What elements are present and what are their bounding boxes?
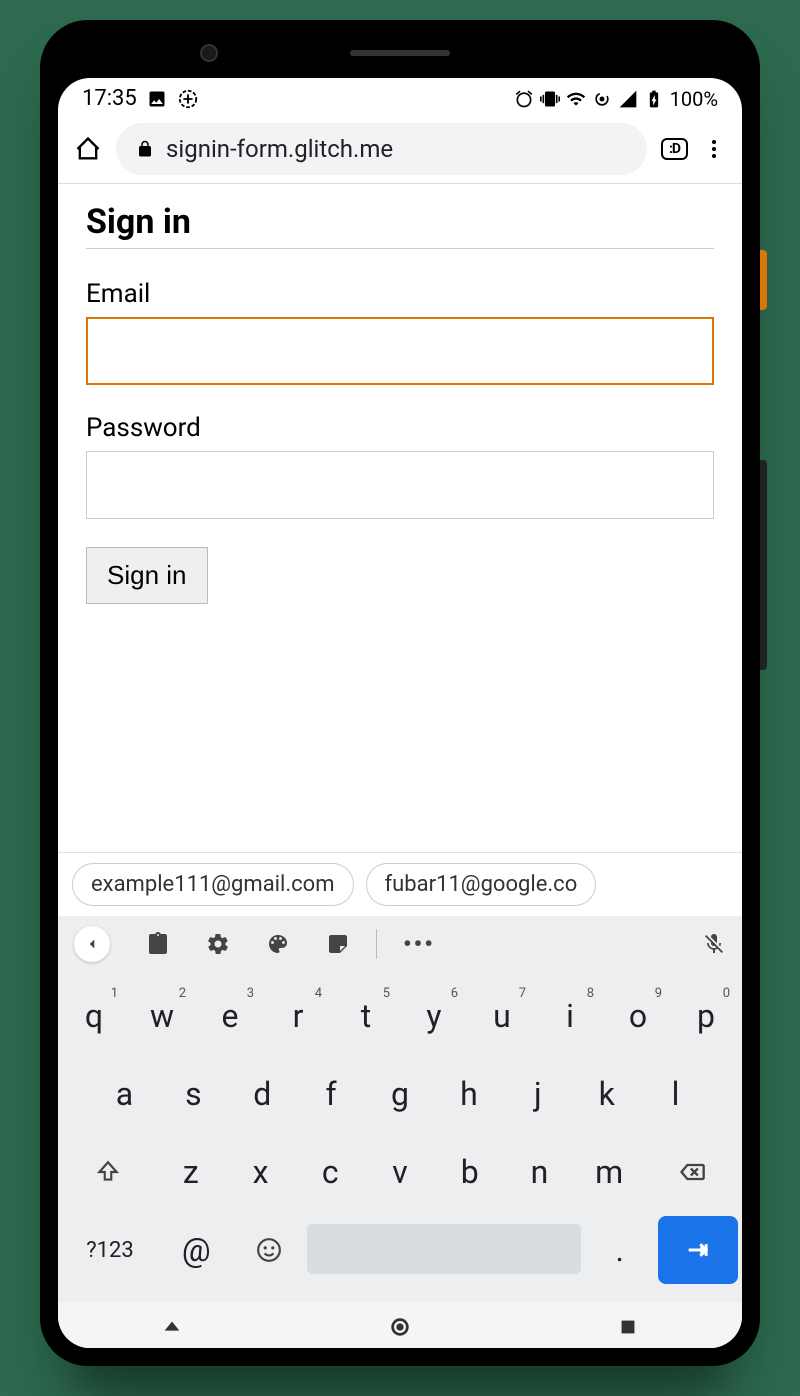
- chevron-left-icon[interactable]: [74, 926, 110, 962]
- key-t[interactable]: t5: [334, 982, 398, 1050]
- email-label: Email: [86, 279, 714, 309]
- key-z[interactable]: z: [158, 1138, 224, 1206]
- symbols-key[interactable]: ?123: [62, 1216, 158, 1284]
- key-i[interactable]: i8: [538, 982, 602, 1050]
- status-time: 17:35: [82, 86, 137, 111]
- key-f[interactable]: f: [299, 1060, 364, 1128]
- key-m[interactable]: m: [576, 1138, 642, 1206]
- home-icon[interactable]: [74, 135, 102, 163]
- enter-key[interactable]: [658, 1216, 738, 1284]
- emoji-key[interactable]: [235, 1216, 304, 1284]
- key-h[interactable]: h: [436, 1060, 501, 1128]
- key-l[interactable]: l: [643, 1060, 708, 1128]
- key-v[interactable]: v: [367, 1138, 433, 1206]
- battery-icon: [644, 89, 664, 109]
- lock-icon: [136, 140, 154, 158]
- spacebar-key[interactable]: [307, 1224, 581, 1274]
- vibrate-icon: [540, 89, 560, 109]
- sticker-icon[interactable]: [326, 932, 350, 956]
- phone-frame: 17:35 100% signin-form.glitch.me :D: [40, 20, 760, 1366]
- password-label: Password: [86, 413, 714, 443]
- more-options-icon[interactable]: •••: [403, 930, 435, 958]
- suggestion-chip[interactable]: example111@gmail.com: [72, 863, 354, 906]
- key-p[interactable]: p0: [674, 982, 738, 1050]
- battery-percent: 100%: [670, 87, 718, 111]
- back-nav-icon[interactable]: [161, 1316, 183, 1338]
- key-s[interactable]: s: [161, 1060, 226, 1128]
- front-camera: [200, 44, 218, 62]
- more-icon[interactable]: [702, 137, 726, 161]
- backspace-key[interactable]: [646, 1138, 738, 1206]
- key-e[interactable]: e3: [198, 982, 262, 1050]
- browser-bar: signin-form.glitch.me :D: [58, 115, 742, 184]
- period-key[interactable]: .: [585, 1216, 654, 1284]
- password-input[interactable]: [86, 451, 714, 519]
- image-icon: [147, 89, 167, 109]
- android-nav-bar: [58, 1302, 742, 1348]
- url-text: signin-form.glitch.me: [166, 135, 393, 163]
- palette-icon[interactable]: [266, 932, 290, 956]
- gear-icon[interactable]: [206, 932, 230, 956]
- speaker-grille: [350, 50, 450, 56]
- divider: [376, 929, 377, 959]
- key-d[interactable]: d: [230, 1060, 295, 1128]
- key-o[interactable]: o9: [606, 982, 670, 1050]
- screen: 17:35 100% signin-form.glitch.me :D: [58, 78, 742, 1348]
- key-j[interactable]: j: [505, 1060, 570, 1128]
- key-a[interactable]: a: [92, 1060, 157, 1128]
- keyboard-area: example111@gmail.com fubar11@google.co •…: [58, 852, 742, 1348]
- shift-key[interactable]: [62, 1138, 154, 1206]
- key-w[interactable]: w2: [130, 982, 194, 1050]
- clipboard-icon[interactable]: [146, 932, 170, 956]
- home-nav-icon[interactable]: [389, 1316, 411, 1338]
- key-g[interactable]: g: [368, 1060, 433, 1128]
- key-b[interactable]: b: [437, 1138, 503, 1206]
- data-saver-icon: [177, 88, 199, 110]
- key-r[interactable]: r4: [266, 982, 330, 1050]
- key-x[interactable]: x: [228, 1138, 294, 1206]
- email-input[interactable]: [86, 317, 714, 385]
- signin-button[interactable]: Sign in: [86, 547, 208, 604]
- suggestion-chip[interactable]: fubar11@google.co: [366, 863, 597, 906]
- key-y[interactable]: y6: [402, 982, 466, 1050]
- recent-nav-icon[interactable]: [617, 1316, 639, 1338]
- key-n[interactable]: n: [507, 1138, 573, 1206]
- wifi-icon: [566, 89, 586, 109]
- key-c[interactable]: c: [297, 1138, 363, 1206]
- autofill-suggestions: example111@gmail.com fubar11@google.co: [58, 853, 742, 916]
- status-bar: 17:35 100%: [58, 78, 742, 115]
- key-k[interactable]: k: [574, 1060, 639, 1128]
- signal-icon: [618, 89, 638, 109]
- url-bar[interactable]: signin-form.glitch.me: [116, 123, 647, 175]
- alarm-icon: [514, 89, 534, 109]
- page-title: Sign in: [86, 202, 714, 249]
- key-u[interactable]: u7: [470, 982, 534, 1050]
- at-key[interactable]: @: [162, 1216, 231, 1284]
- tabs-button[interactable]: :D: [661, 138, 688, 160]
- hotspot-icon: [592, 89, 612, 109]
- keyboard-toolbar: •••: [58, 916, 742, 972]
- key-q[interactable]: q1: [62, 982, 126, 1050]
- page-content: Sign in Email Password Sign in: [58, 184, 742, 852]
- keyboard: q1w2e3r4t5y6u7i8o9p0 asdfghjkl zxcvbnm ?…: [58, 972, 742, 1302]
- mic-off-icon[interactable]: [702, 932, 726, 956]
